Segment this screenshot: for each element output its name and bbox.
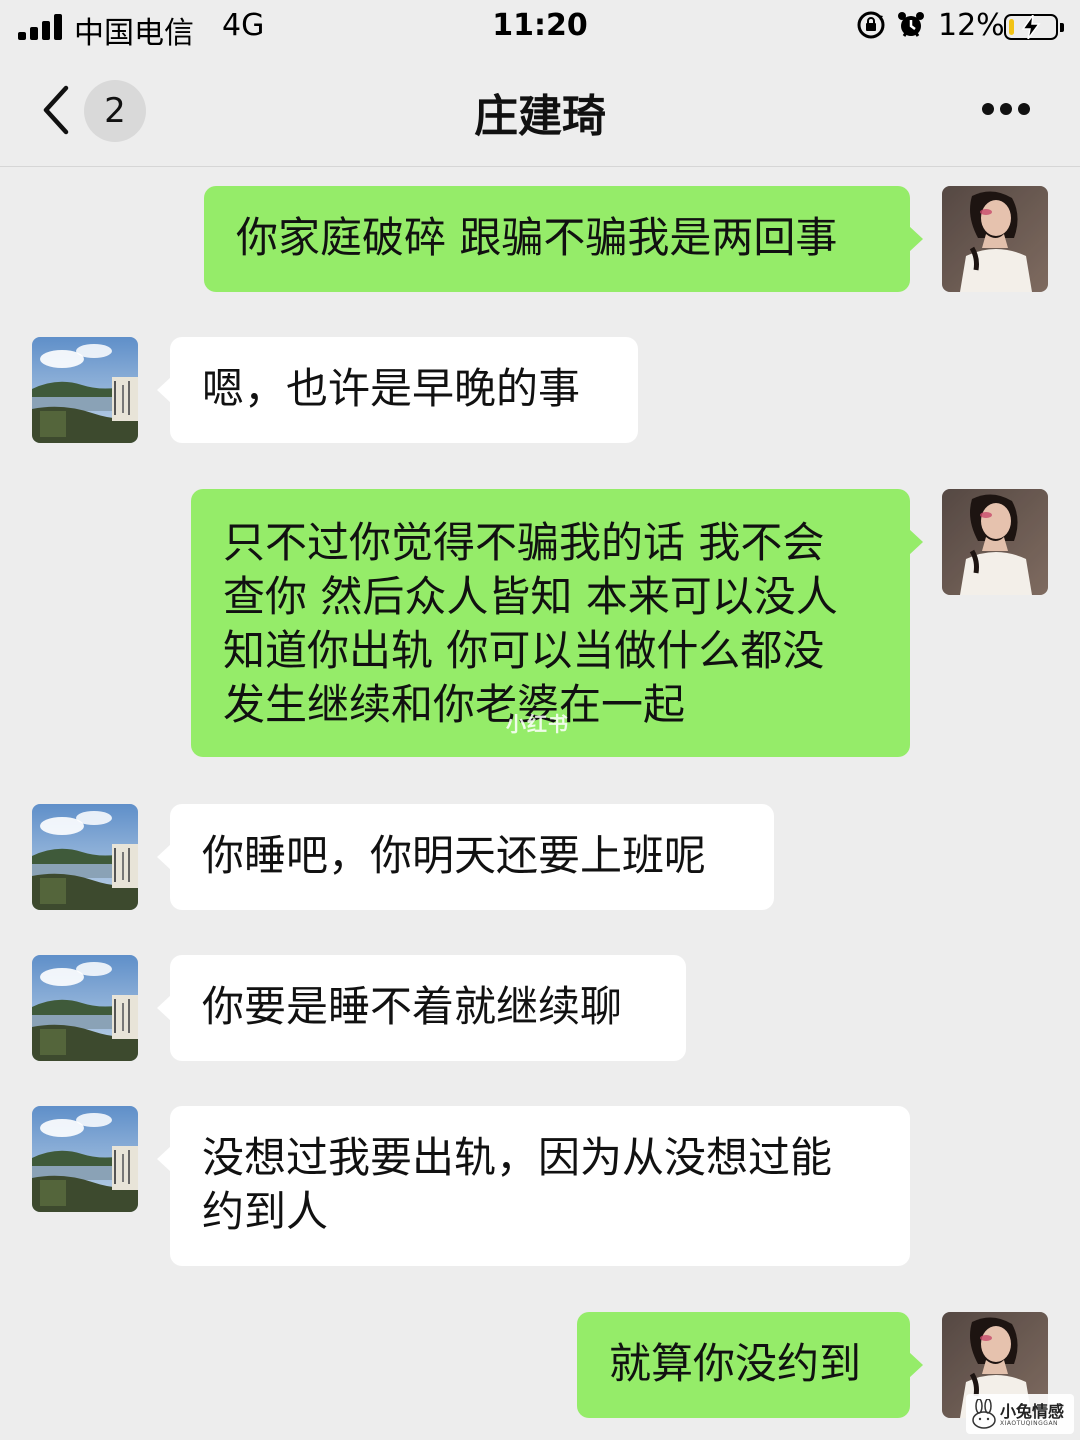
message-bubble-received[interactable]: 嗯，也许是早晚的事 — [157, 337, 638, 443]
user-avatar[interactable] — [942, 489, 1048, 595]
battery-level-fill — [1009, 19, 1014, 35]
contact-avatar[interactable] — [32, 1106, 138, 1212]
watermark-text: 小红书 — [506, 712, 569, 736]
contact-avatar[interactable] — [32, 804, 138, 910]
message-text: 你睡吧，你明天还要上班呢 — [202, 831, 707, 880]
message-bubble-sent[interactable]: 就算你没约到 — [577, 1312, 923, 1418]
charging-bolt-icon — [1021, 15, 1041, 39]
corner-watermark: 小兔情感 XIAOTUQINGGAN — [966, 1394, 1074, 1434]
message-text: 嗯，也许是早晚的事 — [202, 364, 581, 413]
message-text: 就算你没约到 — [609, 1339, 862, 1388]
message-bubble-received[interactable]: 你要是睡不着就继续聊 — [157, 955, 686, 1061]
status-bar: 中国电信 4G 11:20 12% — [0, 0, 1080, 56]
message-bubble-sent[interactable]: 你家庭破碎 跟骗不骗我是两回事 — [204, 186, 923, 292]
message-text: 你要是睡不着就继续聊 — [202, 982, 623, 1031]
more-dots-icon[interactable] — [976, 94, 1036, 124]
chat-title: 庄建琦 — [474, 91, 606, 142]
battery-percent: 12% — [938, 8, 1005, 43]
battery-icon — [1004, 14, 1064, 40]
chat-nav-bar: 2 庄建琦 — [0, 56, 1080, 167]
message-text-line: 知道你出轨 你可以当做什么都没 — [223, 626, 825, 675]
message-text-line: 只不过你觉得不骗我的话 我不会 — [223, 518, 825, 567]
user-avatar[interactable] — [942, 186, 1048, 292]
rotation-lock-icon — [857, 11, 885, 39]
watermark-brand: 小兔情感 — [1000, 1402, 1065, 1421]
message-text: 你家庭破碎 跟骗不骗我是两回事 — [236, 213, 838, 262]
message-text-line: 没想过我要出轨，因为从没想过能 — [202, 1133, 833, 1182]
message-bubble-received[interactable]: 你睡吧，你明天还要上班呢 — [157, 804, 774, 910]
alarm-icon — [898, 12, 924, 37]
watermark-brand-sub: XIAOTUQINGGAN — [1000, 1420, 1059, 1427]
contact-avatar[interactable] — [32, 955, 138, 1061]
rabbit-logo-icon — [972, 1399, 996, 1429]
message-text-line: 约到人 — [202, 1187, 329, 1236]
message-bubble-received[interactable]: 没想过我要出轨，因为从没想过能 约到人 — [157, 1106, 910, 1266]
message-text-line: 查你 然后众人皆知 本来可以没人 — [223, 572, 838, 621]
contact-avatar[interactable] — [32, 337, 138, 443]
